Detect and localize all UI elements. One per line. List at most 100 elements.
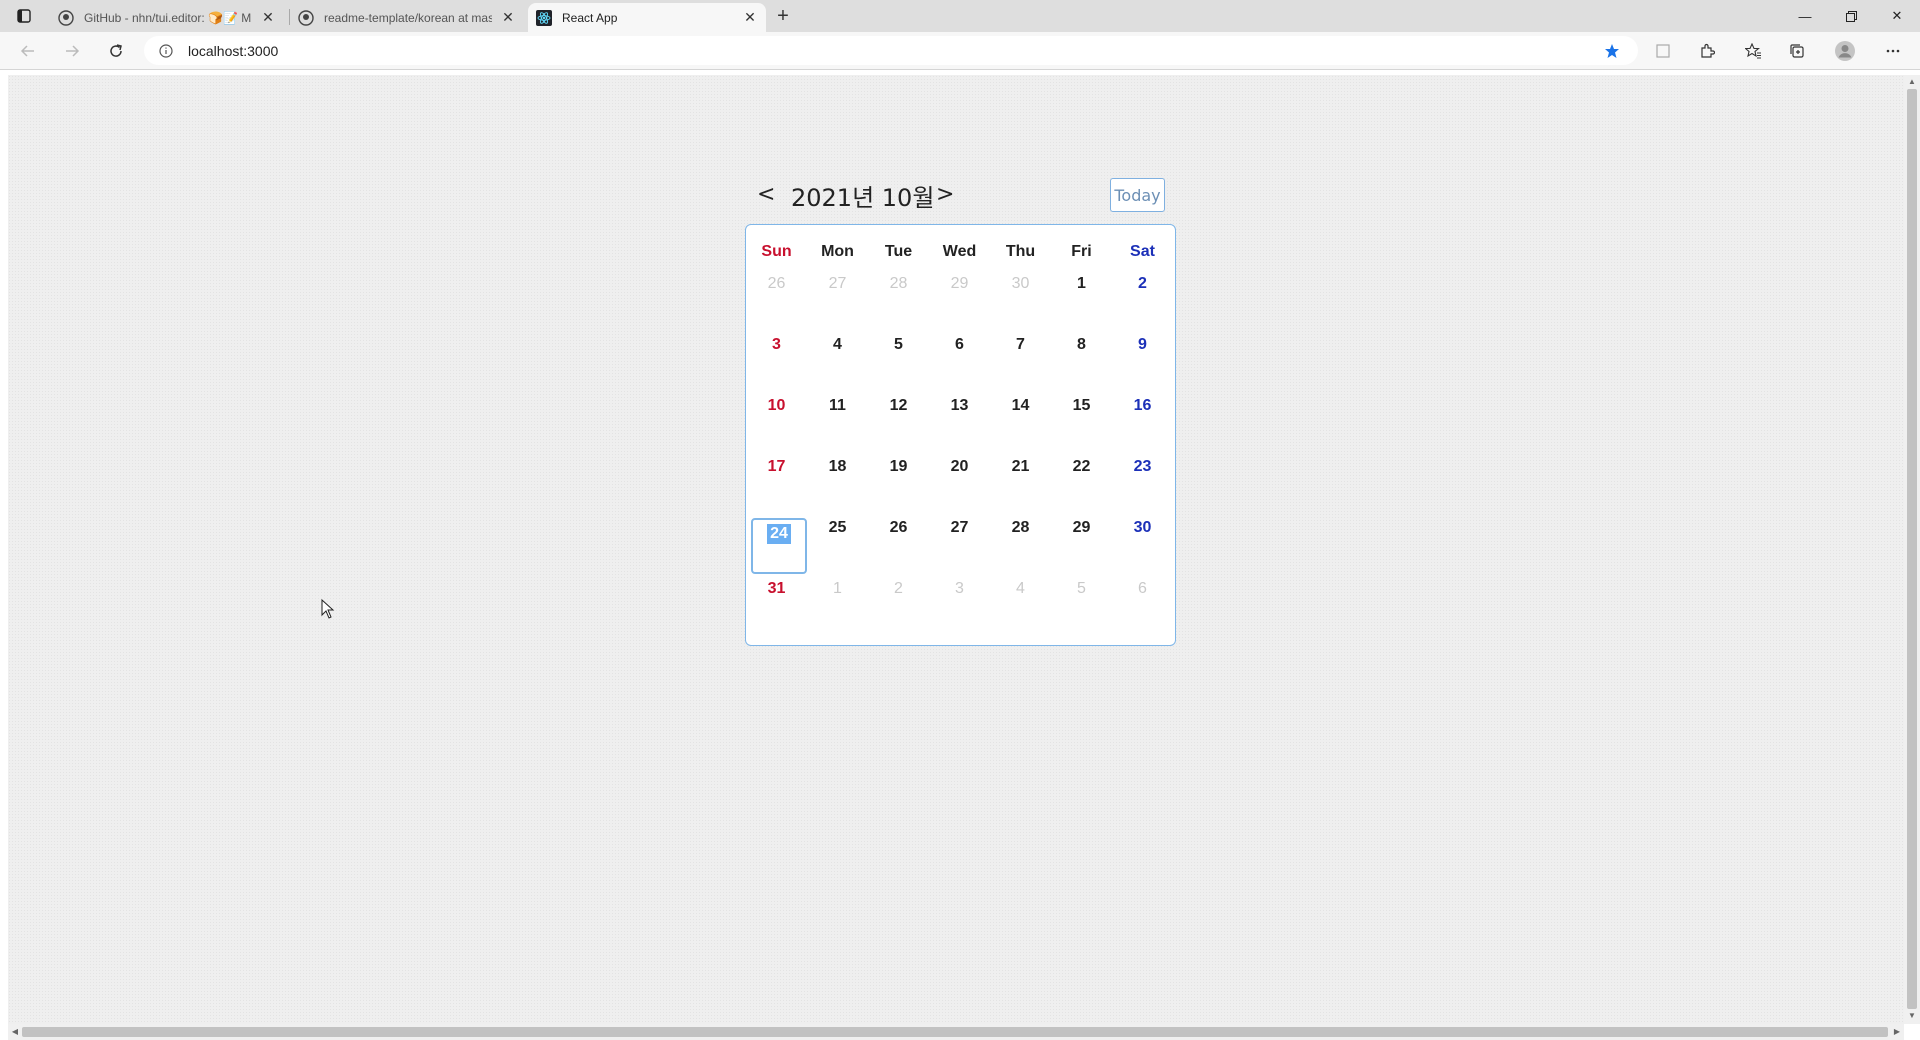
prev-month-button[interactable]: <: [757, 182, 775, 207]
day-cell[interactable]: 16: [1112, 396, 1173, 452]
vertical-scroll-thumb[interactable]: [1907, 89, 1917, 1009]
calendar-grid: Sun Mon Tue Wed Thu Fri Sat 26 27 28 29 …: [745, 224, 1176, 646]
day-cell[interactable]: 9: [1112, 335, 1173, 391]
day-cell[interactable]: 11: [807, 396, 868, 452]
day-cell[interactable]: 26: [746, 274, 807, 330]
day-cell[interactable]: 17: [746, 457, 807, 513]
tab-title: GitHub - nhn/tui.editor: 🍞📝 M: [84, 10, 252, 25]
back-button[interactable]: [14, 37, 42, 65]
day-cell[interactable]: 1: [1051, 274, 1112, 330]
day-cell[interactable]: 8: [1051, 335, 1112, 391]
react-icon: [536, 9, 552, 26]
day-cell[interactable]: 30: [990, 274, 1051, 330]
day-cell[interactable]: 14: [990, 396, 1051, 452]
weekday-label-sat: Sat: [1130, 243, 1155, 260]
tab-react-app[interactable]: React App ✕: [528, 3, 766, 32]
day-cell[interactable]: 7: [990, 335, 1051, 391]
day-cell[interactable]: 5: [868, 335, 929, 391]
day-cell[interactable]: 21: [990, 457, 1051, 513]
url-text: localhost:3000: [188, 42, 279, 59]
day-cell[interactable]: 30: [1112, 518, 1173, 574]
day-cell[interactable]: 27: [929, 518, 990, 574]
tab-readme-template[interactable]: readme-template/korean at mas ✕: [290, 3, 524, 32]
day-cell[interactable]: 4: [807, 335, 868, 391]
weekday-header-row: Sun Mon Tue Wed Thu Fri Sat: [746, 243, 1175, 267]
calendar-week: 17 18 19 20 21 22 23: [746, 457, 1175, 518]
restore-button[interactable]: [1828, 0, 1874, 32]
day-cell[interactable]: 3: [746, 335, 807, 391]
today-button[interactable]: Today: [1110, 178, 1165, 212]
weekday-label-sun: Sun: [761, 243, 792, 260]
favorite-star-icon[interactable]: [1602, 41, 1622, 61]
day-cell[interactable]: 15: [1051, 396, 1112, 452]
info-icon[interactable]: [156, 41, 176, 61]
day-cell[interactable]: 22: [1051, 457, 1112, 513]
day-cell[interactable]: 31: [746, 579, 807, 635]
day-cell[interactable]: 26: [868, 518, 929, 574]
day-cell-selected[interactable]: 24: [751, 518, 807, 574]
day-cell[interactable]: 4: [990, 579, 1051, 635]
new-tab-button[interactable]: +: [771, 5, 795, 27]
day-cell[interactable]: 27: [807, 274, 868, 330]
day-cell[interactable]: 29: [929, 274, 990, 330]
tab-actions-button[interactable]: [10, 6, 38, 26]
day-cell[interactable]: 10: [746, 396, 807, 452]
close-icon[interactable]: ✕: [260, 9, 276, 26]
browser-toolbar: localhost:3000: [0, 32, 1920, 70]
minimize-button[interactable]: —: [1782, 0, 1828, 32]
calendar-week: 26 27 28 29 30 1 2: [746, 274, 1175, 335]
day-cell[interactable]: 6: [1112, 579, 1173, 635]
weekday-label-mon: Mon: [821, 243, 854, 260]
calendar-week: 10 11 12 13 14 15 16: [746, 396, 1175, 457]
day-cell[interactable]: 28: [990, 518, 1051, 574]
weekday-label-thu: Thu: [1005, 243, 1036, 260]
day-cell[interactable]: 20: [929, 457, 990, 513]
vertical-scrollbar[interactable]: ▲ ▼: [1904, 75, 1920, 1024]
profile-avatar-icon[interactable]: [1834, 40, 1856, 62]
day-cell[interactable]: 1: [807, 579, 868, 635]
scroll-left-icon[interactable]: ◀: [10, 1027, 20, 1037]
close-icon[interactable]: ✕: [500, 9, 516, 26]
horizontal-scroll-thumb[interactable]: [22, 1027, 1888, 1037]
calendar-header: < 2021년 10월 > Today: [745, 174, 1165, 218]
day-cell[interactable]: 6: [929, 335, 990, 391]
day-cell[interactable]: 23: [1112, 457, 1173, 513]
reading-view-icon[interactable]: [1652, 40, 1674, 62]
horizontal-scrollbar[interactable]: ◀ ▶: [8, 1024, 1904, 1040]
day-cell[interactable]: 12: [868, 396, 929, 452]
day-cell[interactable]: 19: [868, 457, 929, 513]
refresh-icon: [110, 44, 122, 57]
github-icon: [58, 9, 74, 26]
day-cell[interactable]: 13: [929, 396, 990, 452]
mouse-cursor-icon: [321, 599, 335, 619]
day-cell[interactable]: 5: [1051, 579, 1112, 635]
restore-icon: [1845, 10, 1857, 22]
minimize-icon: —: [1798, 8, 1812, 24]
weekday-label-wed: Wed: [942, 243, 977, 260]
day-cell[interactable]: 3: [929, 579, 990, 635]
collections-icon[interactable]: [1786, 40, 1808, 62]
tab-github-tui-editor[interactable]: GitHub - nhn/tui.editor: 🍞📝 M ✕: [50, 3, 284, 32]
scroll-up-icon[interactable]: ▲: [1907, 77, 1917, 87]
more-menu-icon[interactable]: [1882, 40, 1904, 62]
address-bar[interactable]: localhost:3000: [144, 36, 1638, 65]
favorites-icon[interactable]: [1742, 40, 1764, 62]
day-cell[interactable]: 25: [807, 518, 868, 574]
day-cell[interactable]: 18: [807, 457, 868, 513]
scroll-right-icon[interactable]: ▶: [1892, 1027, 1902, 1037]
forward-arrow-icon: [66, 45, 80, 57]
day-cell[interactable]: 2: [868, 579, 929, 635]
next-month-button[interactable]: >: [936, 182, 954, 207]
day-cell[interactable]: 28: [868, 274, 929, 330]
scroll-down-icon[interactable]: ▼: [1907, 1011, 1917, 1021]
extensions-icon[interactable]: [1696, 40, 1718, 62]
day-cell[interactable]: 29: [1051, 518, 1112, 574]
close-icon[interactable]: ✕: [742, 9, 758, 26]
window-close-button[interactable]: ✕: [1874, 0, 1920, 32]
github-icon: [298, 9, 314, 26]
weekday-label-fri: Fri: [1071, 243, 1092, 260]
forward-button[interactable]: [58, 37, 86, 65]
back-arrow-icon: [20, 45, 34, 57]
day-cell[interactable]: 2: [1112, 274, 1173, 330]
refresh-button[interactable]: [102, 37, 130, 65]
